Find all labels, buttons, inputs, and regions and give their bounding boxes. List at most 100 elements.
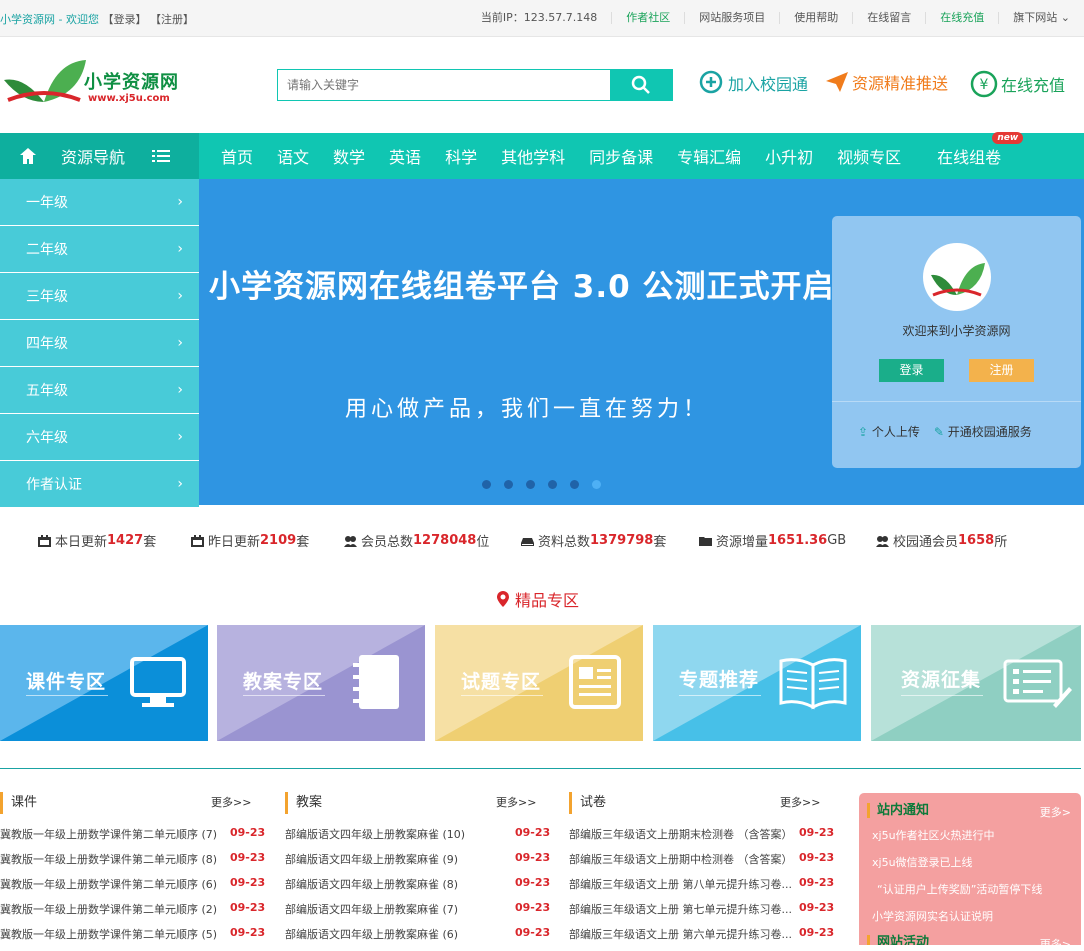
list-item-date: 09-23 <box>515 901 551 914</box>
list-item[interactable]: 部编版语文四年级上册教案麻雀 (6) 09-23 <box>285 926 569 951</box>
register-button[interactable]: 注册 <box>969 359 1034 382</box>
list-item[interactable]: 部编版三年级语文上册期中检测卷 （含答案） 09-23 <box>569 851 853 876</box>
nav-item-home[interactable]: 首页 <box>209 144 265 168</box>
list-item[interactable]: 冀教版一年级上册数学课件第二单元顺序 (7) 09-23 <box>0 826 284 851</box>
carousel-dot[interactable] <box>504 480 513 489</box>
top-login-link[interactable]: 【登录】 <box>102 13 146 26</box>
notebook-icon <box>353 655 399 709</box>
notice-item[interactable]: 小学资源网实名认证说明 <box>872 908 993 924</box>
list-item[interactable]: 冀教版一年级上册数学课件第二单元顺序 (8) 09-23 <box>0 851 284 876</box>
list-item-date: 09-23 <box>515 826 551 839</box>
list-item[interactable]: 部编版三年级语文上册 第八单元提升练习卷... 09-23 <box>569 876 853 901</box>
site-logo[interactable]: 小学资源网 www.xj5u.com <box>4 56 178 113</box>
personal-upload-link[interactable]: ⇪ 个人上传 <box>858 423 920 440</box>
list-item-title: 部编版语文四年级上册教案麻雀 (10) <box>285 828 466 841</box>
nav-item-albums[interactable]: 专辑汇编 <box>665 144 753 168</box>
ip-display: 当前IP：123.57.7.148 <box>480 11 598 24</box>
list-item[interactable]: 部编版语文四年级上册教案麻雀 (10) 09-23 <box>285 826 569 851</box>
notice-item[interactable]: xj5u微信登录已上线 <box>872 854 973 870</box>
sidebar-item-grade-4[interactable]: 四年级 › <box>0 320 199 367</box>
carousel-dot[interactable] <box>482 480 491 489</box>
search-input[interactable] <box>278 70 610 100</box>
notice-more-link[interactable]: 更多> <box>1040 804 1071 820</box>
list-item-date: 09-23 <box>515 851 551 864</box>
featured-title-text: 精品专区 <box>515 591 580 610</box>
top-link-author-community[interactable]: 作者社区 <box>611 12 684 24</box>
nav-item-video[interactable]: 视频专区 <box>825 144 913 168</box>
chevron-right-icon: › <box>177 382 183 398</box>
resource-nav-label: 资源导航 <box>61 148 126 167</box>
more-link[interactable]: 更多>> <box>211 794 251 810</box>
tile-courseware[interactable]: 课件专区 <box>0 625 208 741</box>
top-link-sites[interactable]: 旗下网站 ⌄ <box>998 12 1084 24</box>
sidebar-item-label: 一年级 <box>26 195 68 211</box>
list-item-title: 部编版三年级语文上册 第八单元提升练习卷... <box>569 878 792 891</box>
tile-resource-collect[interactable]: 资源征集 <box>871 625 1081 741</box>
resource-nav-toggle[interactable]: 资源导航 <box>0 133 199 179</box>
more-link[interactable]: 更多>> <box>496 794 536 810</box>
top-link-services[interactable]: 网站服务项目 <box>684 12 779 24</box>
nav-item-english[interactable]: 英语 <box>377 144 433 168</box>
more-link[interactable]: 更多>> <box>780 794 820 810</box>
sidebar-item-grade-1[interactable]: 一年级 › <box>0 179 199 226</box>
campus-service-link[interactable]: ✎ 开通校园通服务 <box>934 423 1032 440</box>
tile-topic-recommend[interactable]: 专题推荐 <box>653 625 861 741</box>
welcome-text: 小学资源网 - 欢迎您 <box>0 13 99 26</box>
stat-unit: GB <box>827 533 847 548</box>
search-button[interactable] <box>610 70 672 100</box>
sidebar-item-author-cert[interactable]: 作者认证 › <box>0 461 199 508</box>
nav-item-sync-prep[interactable]: 同步备课 <box>577 144 665 168</box>
list-item[interactable]: 冀教版一年级上册数学课件第二单元顺序 (6) 09-23 <box>0 876 284 901</box>
carousel-dot[interactable] <box>526 480 535 489</box>
login-button[interactable]: 登录 <box>879 359 944 382</box>
top-register-link[interactable]: 【注册】 <box>150 13 194 26</box>
nav-item-chinese[interactable]: 语文 <box>265 144 321 168</box>
sidebar-item-grade-5[interactable]: 五年级 › <box>0 367 199 414</box>
stat-value: 1651.36 <box>768 533 828 548</box>
list-item-title: 部编版语文四年级上册教案麻雀 (6) <box>285 928 459 941</box>
tile-test-papers[interactable]: 试题专区 <box>435 625 643 741</box>
carousel-dot-active[interactable] <box>592 480 601 489</box>
top-link-recharge[interactable]: 在线充值 <box>925 12 998 24</box>
sidebar-item-grade-6[interactable]: 六年级 › <box>0 414 199 461</box>
list-item-date: 09-23 <box>515 926 551 939</box>
nav-item-science[interactable]: 科学 <box>433 144 489 168</box>
join-campus-label: 加入校园通 <box>728 75 809 94</box>
notice-item[interactable]: “认证用户上传奖励”活动暂停下线 <box>877 881 1042 897</box>
precise-push-link[interactable]: 资源精准推送 <box>825 70 948 94</box>
top-link-message[interactable]: 在线留言 <box>852 12 925 24</box>
list-item[interactable]: 部编版语文四年级上册教案麻雀 (7) 09-23 <box>285 901 569 926</box>
sidebar-item-grade-3[interactable]: 三年级 › <box>0 273 199 320</box>
list-item-date: 09-23 <box>799 826 835 839</box>
carousel-dot[interactable] <box>548 480 557 489</box>
sidebar-item-grade-2[interactable]: 二年级 › <box>0 226 199 273</box>
carousel-dot[interactable] <box>570 480 579 489</box>
list-item[interactable]: 部编版三年级语文上册期末检测卷 （含答案） 09-23 <box>569 826 853 851</box>
notice-item[interactable]: xj5u作者社区火热进行中 <box>872 827 995 843</box>
list-item[interactable]: 部编版三年级语文上册 第七单元提升练习卷... 09-23 <box>569 901 853 926</box>
list-item[interactable]: 部编版三年级语文上册 第六单元提升练习卷... 09-23 <box>569 926 853 951</box>
tile-lesson-plans[interactable]: 教案专区 <box>217 625 425 741</box>
yuan-icon: ¥ <box>970 70 998 98</box>
chevron-right-icon: › <box>177 429 183 445</box>
stat-increment: 资源增量 1651.36 GB <box>699 531 846 550</box>
list-item[interactable]: 冀教版一年级上册数学课件第二单元顺序 (2) 09-23 <box>0 901 284 926</box>
carousel-dots <box>482 480 601 489</box>
campus-service-label: 开通校园通服务 <box>947 425 1032 439</box>
nav-item-other-subjects[interactable]: 其他学科 <box>489 144 577 168</box>
list-item-date: 09-23 <box>799 926 835 939</box>
stat-value: 1427 <box>107 533 144 548</box>
tile-label: 教案专区 <box>243 671 324 693</box>
nav-item-online-exam[interactable]: 在线组卷 new <box>913 132 1025 168</box>
list-item-date: 09-23 <box>799 876 835 889</box>
recharge-link[interactable]: ¥ 在线充值 <box>970 70 1065 98</box>
list-item[interactable]: 冀教版一年级上册数学课件第二单元顺序 (5) 09-23 <box>0 926 284 951</box>
join-campus-link[interactable]: 加入校园通 <box>699 70 808 96</box>
activity-more-link[interactable]: 更多> <box>1040 936 1071 945</box>
nav-item-math[interactable]: 数学 <box>321 144 377 168</box>
nav-item-junior-entry[interactable]: 小升初 <box>753 144 825 168</box>
list-item[interactable]: 部编版语文四年级上册教案麻雀 (8) 09-23 <box>285 876 569 901</box>
list-item[interactable]: 部编版语文四年级上册教案麻雀 (9) 09-23 <box>285 851 569 876</box>
top-link-help[interactable]: 使用帮助 <box>779 12 852 24</box>
stat-unit: 套 <box>653 535 667 550</box>
